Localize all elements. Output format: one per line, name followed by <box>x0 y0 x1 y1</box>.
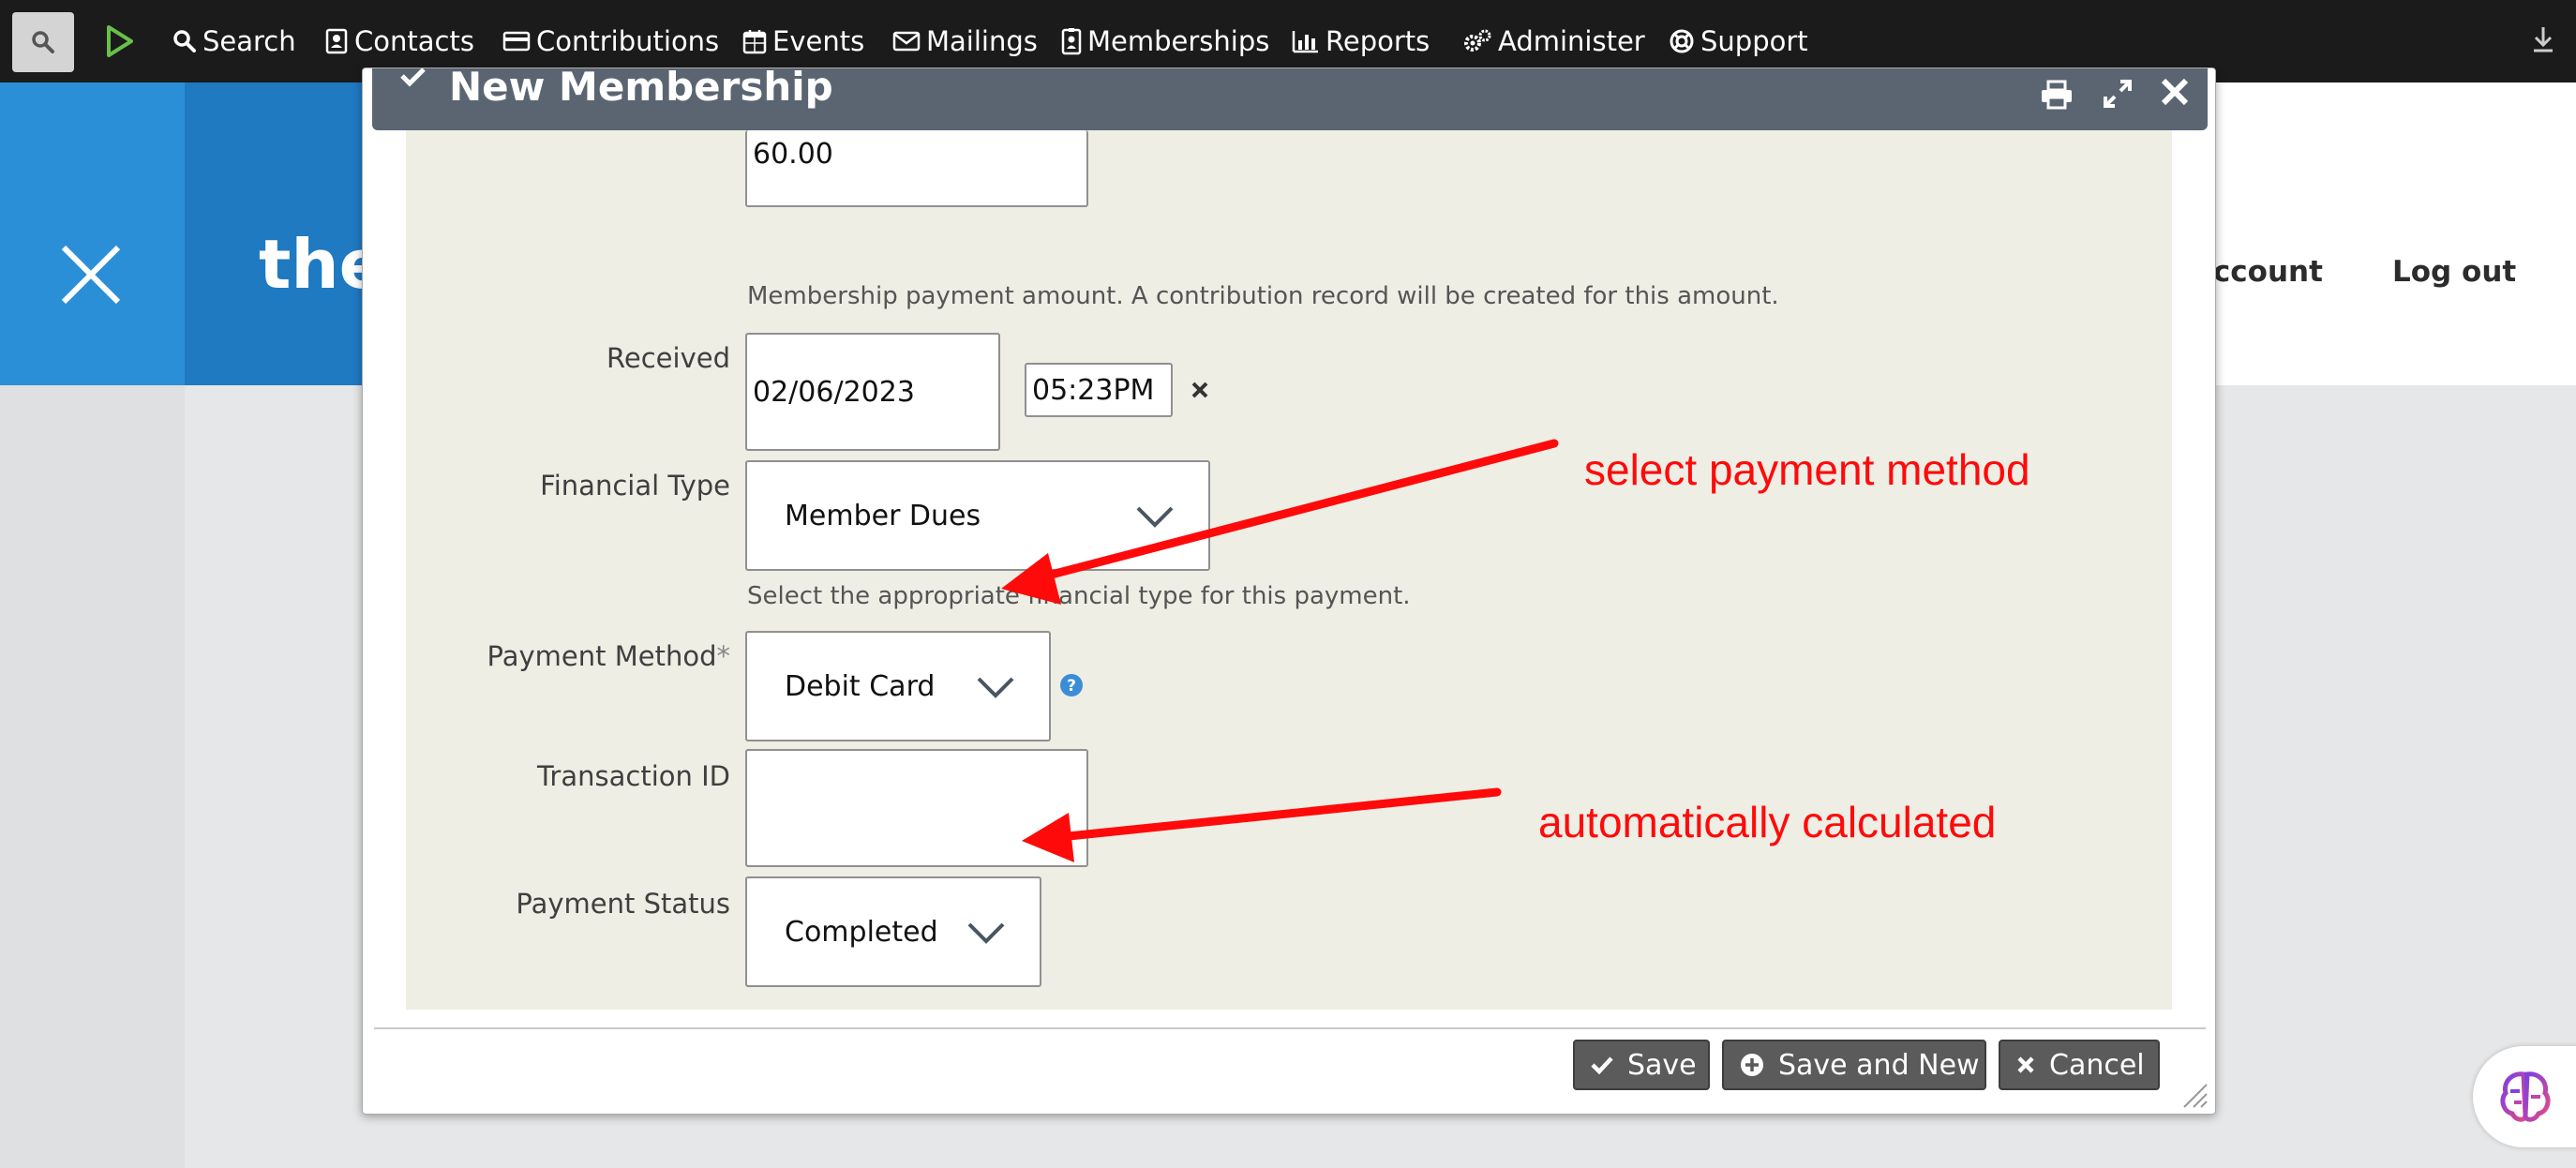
assistant-widget[interactable] <box>2473 1046 2576 1147</box>
annotation-arrows <box>1001 439 1559 862</box>
brain-icon <box>2500 1071 2551 1122</box>
arrow-payment-status <box>1022 787 1502 862</box>
annotation-select-payment-method: select payment method <box>1584 445 2030 494</box>
arrow-payment-method <box>1001 439 1559 605</box>
annotation-automatically-calculated: automatically calculated <box>1538 798 1997 846</box>
